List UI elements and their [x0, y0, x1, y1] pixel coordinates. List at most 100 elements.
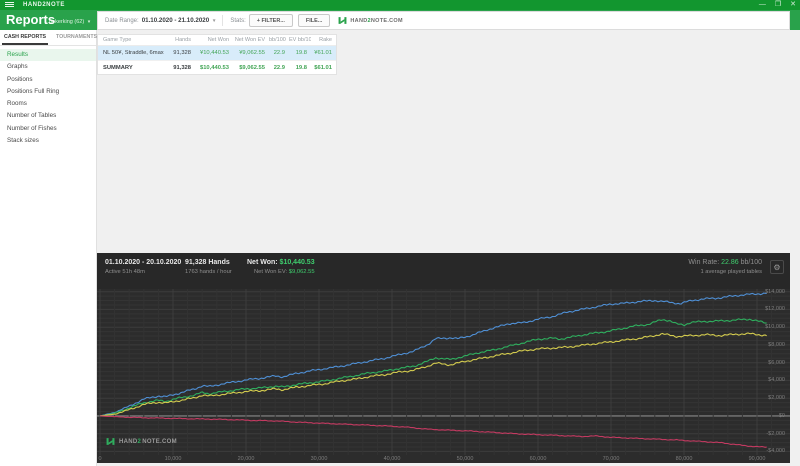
- file-button[interactable]: FILE...: [297, 14, 331, 27]
- app-window: HAND2NOTE — ❐ ✕ Reports pokerking (62) ▾…: [0, 0, 800, 466]
- chart-watermark: HAND 2 NOTE.COM: [106, 437, 177, 446]
- y-axis-tick: $8,000: [768, 341, 785, 348]
- tab-tournaments[interactable]: TOURNAMENTS: [56, 34, 97, 40]
- net-won-value: $10,440.53: [279, 259, 315, 266]
- hand2note-brand: HAND 2 NOTE.COM: [338, 16, 403, 25]
- chart-hands: 91,328 Hands: [185, 259, 230, 266]
- net-won-ev-value: $9,062.55: [288, 269, 315, 275]
- chart-networn-block: Net Won: $10,440.53 Net Won EV: $9,062.5…: [247, 259, 315, 275]
- chart-date-range: 01.10.2020 - 20.10.2020: [105, 259, 182, 266]
- sidebar: CASH REPORTS TOURNAMENTS Results Graphs …: [0, 30, 97, 466]
- results-table: Game Type Hands Net Won Net Won EV bb/10…: [97, 34, 337, 75]
- toolbar: Date Range: 01.10.2020 - 21.10.2020 ▾ St…: [97, 11, 790, 30]
- sidebar-item-number-of-tables[interactable]: Number of Tables: [0, 110, 96, 122]
- sidebar-item-positions[interactable]: Positions: [0, 74, 96, 86]
- chart-active-time: Active 51h 48m: [105, 269, 145, 275]
- cell-net-won-ev: $9,062.55: [239, 64, 265, 71]
- hamburger-menu-icon[interactable]: [5, 2, 14, 8]
- cell-hands: 91,328: [173, 64, 191, 71]
- table-row-summary[interactable]: SUMMARY 91,328 $10,440.53 $9,062.55 22.9…: [98, 60, 336, 74]
- date-range-value: 01.10.2020 - 21.10.2020: [141, 17, 210, 24]
- hand2note-logo-icon: [338, 17, 347, 24]
- win-rate-value: 22.86: [721, 259, 739, 266]
- y-axis-tick: -$2,000: [766, 430, 785, 437]
- chart-line-showdown-winnings: [99, 292, 767, 417]
- cell-bb100: 22.9: [273, 64, 285, 71]
- win-rate-unit: bb/100: [740, 259, 762, 266]
- tab-cash-reports[interactable]: CASH REPORTS: [4, 34, 46, 40]
- x-axis-tick: 10,000: [164, 456, 182, 462]
- x-axis-tick: 20,000: [237, 456, 255, 462]
- account-name: pokerking (62): [49, 19, 85, 25]
- cell-rake: ¥61.01: [314, 50, 332, 56]
- y-axis-tick: $2,000: [768, 395, 785, 402]
- sidebar-item-positions-full-ring[interactable]: Positions Full Ring: [0, 86, 96, 98]
- date-range-select[interactable]: 01.10.2020 - 21.10.2020 ▾: [142, 17, 216, 24]
- cell-summary-label: SUMMARY: [103, 64, 133, 71]
- chart-hands-block: 91,328 Hands 1763 hands / hour: [185, 259, 232, 275]
- chevron-down-icon: ▾: [212, 18, 216, 24]
- maximize-button[interactable]: ❐: [775, 0, 781, 10]
- sidebar-item-rooms[interactable]: Rooms: [0, 98, 96, 110]
- chart-panel: 01.10.2020 - 20.10.2020 Active 51h 48m 9…: [97, 253, 790, 463]
- cell-net-won: ¥10,440.53: [199, 50, 229, 56]
- cell-net-won: $10,440.53: [199, 64, 229, 71]
- net-won-ev-label: Net Won EV:: [253, 269, 288, 275]
- sidebar-tabs: CASH REPORTS TOURNAMENTS: [0, 30, 97, 46]
- chart-hands-per-hour: 1763 hands / hour: [185, 269, 232, 275]
- y-axis-tick: $12,000: [765, 306, 785, 313]
- chart-winrate-block: Win Rate: 22.86 bb/100 1 average played …: [688, 259, 762, 275]
- page-title: Reports: [6, 12, 56, 27]
- sidebar-item-results[interactable]: Results: [0, 49, 96, 62]
- tables-info: 1 average played tables: [700, 269, 762, 275]
- titlebar: HAND2NOTE — ❐ ✕: [0, 0, 800, 10]
- sidebar-menu: Results Graphs Positions Positions Full …: [0, 46, 96, 147]
- col-net-won-ev: Net Won EV: [234, 37, 265, 43]
- x-axis-tick: 30,000: [310, 456, 328, 462]
- y-axis-tick: $6,000: [768, 359, 785, 366]
- toolbar-divider: [222, 15, 224, 26]
- chart-line-net-won-ev: [99, 332, 767, 417]
- chart-date-block: 01.10.2020 - 20.10.2020 Active 51h 48m: [105, 259, 181, 275]
- gear-icon[interactable]: ⚙: [770, 260, 784, 274]
- chart-plot: [97, 289, 790, 455]
- brand-text-suffix: NOTE.COM: [370, 17, 403, 24]
- x-axis-tick: 50,000: [456, 456, 474, 462]
- col-hands: Hands: [175, 37, 191, 43]
- watermark-text-suffix: NOTE.COM: [142, 438, 177, 445]
- win-rate-label: Win Rate:: [688, 259, 720, 266]
- close-button[interactable]: ✕: [790, 0, 796, 10]
- x-axis-tick: 40,000: [383, 456, 401, 462]
- cell-ev-bb100: 19.8: [295, 64, 307, 71]
- y-axis-tick: -$4,000: [766, 448, 785, 455]
- y-axis-tick: $14,000: [765, 288, 785, 295]
- watermark-text: HAND: [119, 438, 138, 445]
- y-axis-tick: $0: [778, 412, 785, 419]
- cell-game-type: NL 50¥, Straddle, 6max: [103, 50, 164, 56]
- x-axis-tick: 90,000: [748, 456, 766, 462]
- sidebar-item-stack-sizes[interactable]: Stack sizes: [0, 135, 96, 147]
- col-game-type: Game Type: [103, 37, 132, 43]
- x-axis-tick: 70,000: [602, 456, 620, 462]
- y-axis-tick: $4,000: [768, 377, 785, 384]
- cell-rake: $61.01: [314, 64, 332, 71]
- filter-button[interactable]: + FILTER...: [248, 14, 293, 27]
- sidebar-item-number-of-fishes[interactable]: Number of Fishes: [0, 123, 96, 135]
- chevron-down-icon: ▾: [87, 19, 91, 25]
- x-axis-tick: 60,000: [529, 456, 547, 462]
- col-rake: Rake: [319, 37, 332, 43]
- table-row-game[interactable]: NL 50¥, Straddle, 6max 91,328 ¥10,440.53…: [98, 46, 336, 60]
- app-title: HAND2NOTE: [23, 1, 65, 8]
- table-header-row: Game Type Hands Net Won Net Won EV bb/10…: [98, 35, 336, 46]
- cell-bb100: 22.9: [273, 50, 285, 56]
- cell-hands: 91,328: [173, 50, 191, 56]
- col-ev-bb100: EV bb/100: [289, 37, 311, 43]
- date-range-label: Date Range:: [105, 17, 139, 24]
- account-selector[interactable]: pokerking (62) ▾: [49, 19, 90, 25]
- cell-net-won-ev: ¥9,062.55: [239, 50, 265, 56]
- minimize-button[interactable]: —: [759, 0, 766, 10]
- stats-label: Stats:: [230, 17, 246, 24]
- sidebar-item-graphs[interactable]: Graphs: [0, 61, 96, 73]
- cell-ev-bb100: 19.8: [295, 50, 307, 56]
- col-net-won: Net Won: [207, 37, 229, 43]
